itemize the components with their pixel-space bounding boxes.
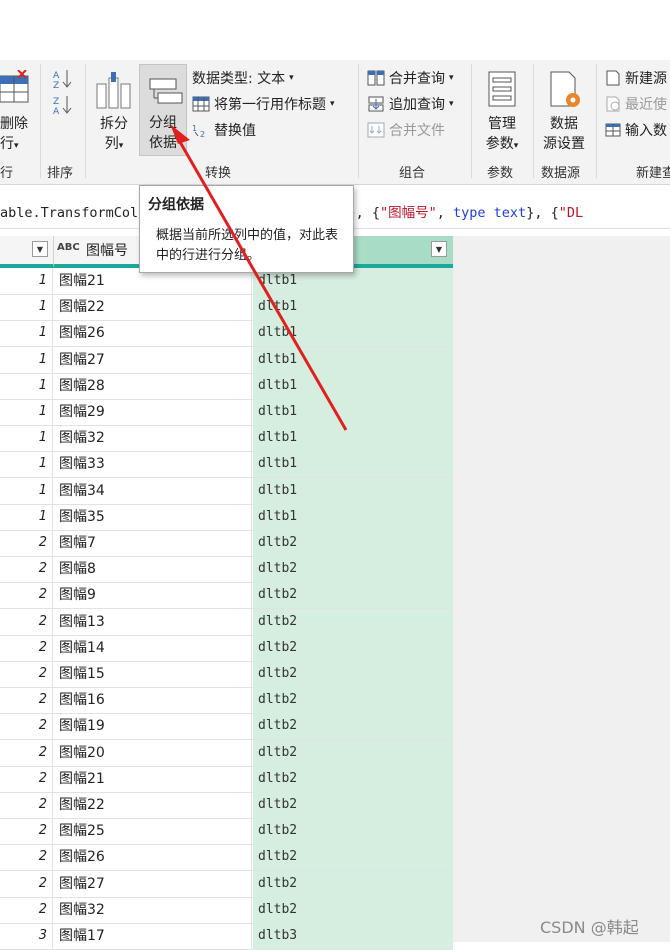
watermark: CSDN @韩起 [540,918,639,937]
annotation-arrow [170,124,348,431]
